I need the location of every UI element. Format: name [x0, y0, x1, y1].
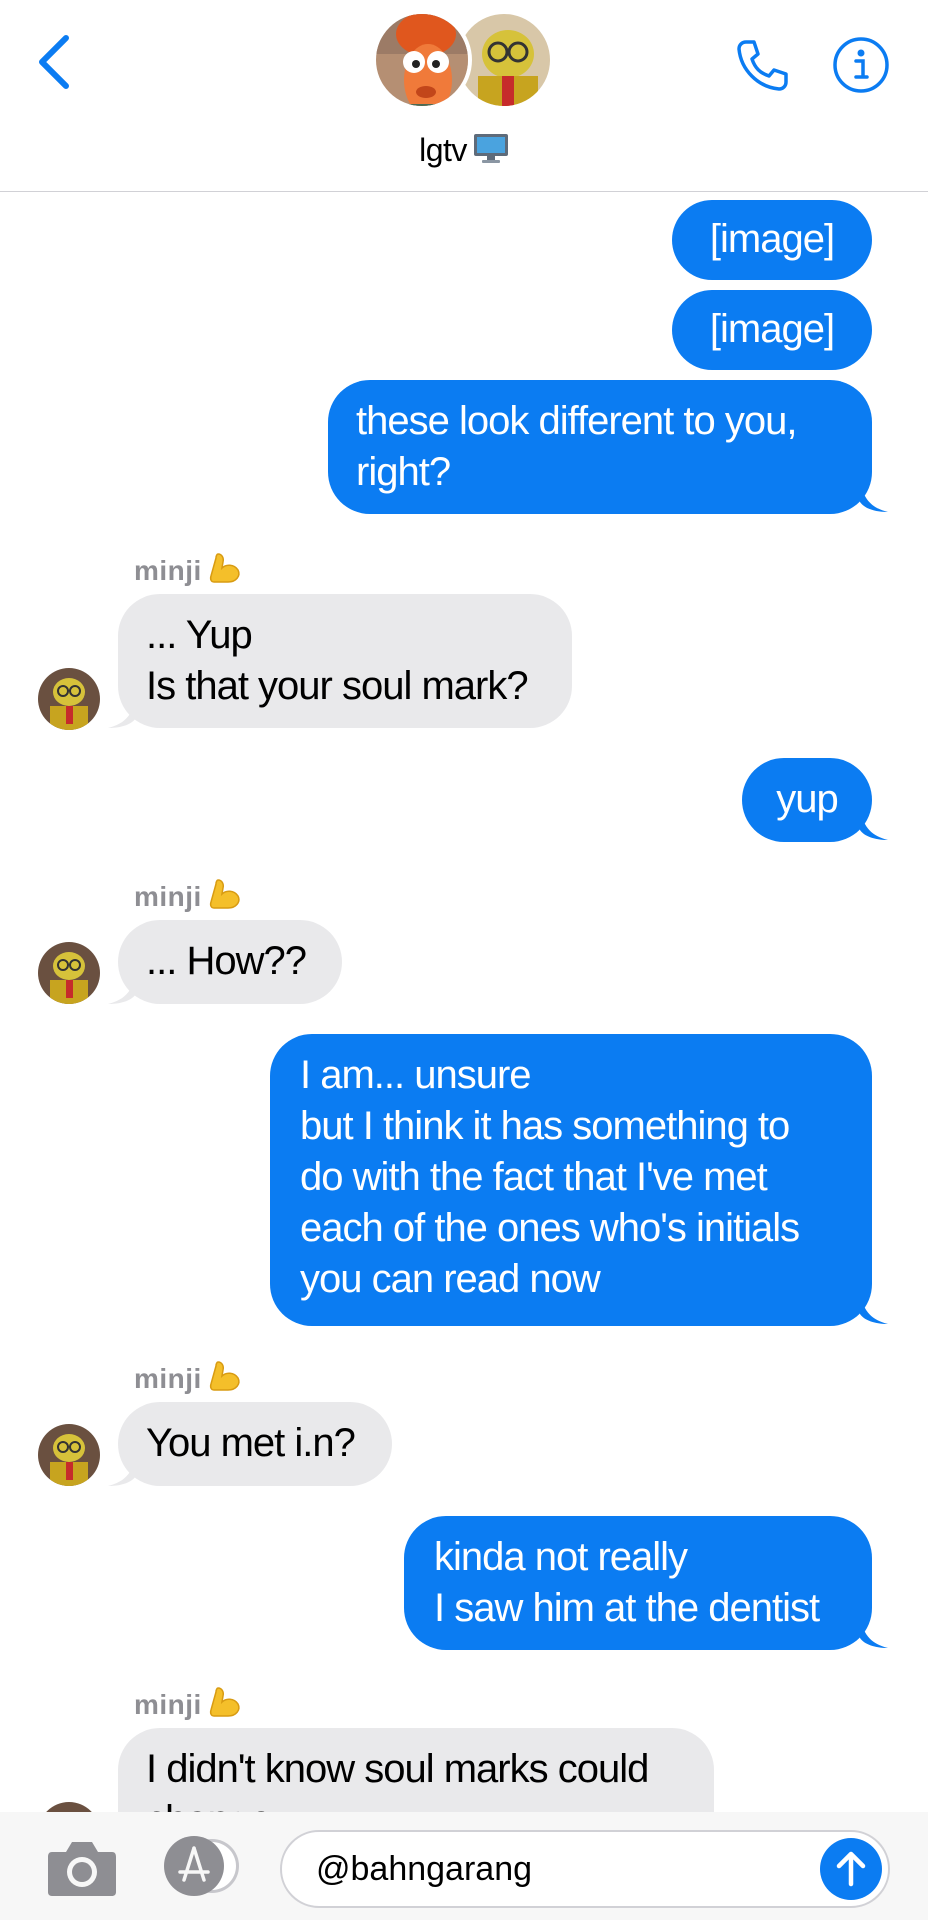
- sender-name: minji: [134, 878, 242, 918]
- incoming-message[interactable]: ... How??: [118, 920, 342, 1004]
- sender-name-text: minji: [134, 1363, 202, 1394]
- incoming-message[interactable]: You met i.n?: [118, 1402, 392, 1486]
- camera-button[interactable]: [46, 1838, 118, 1898]
- sender-name: minji: [134, 552, 242, 592]
- bubble-tail: [108, 698, 136, 728]
- sender-name-text: minji: [134, 881, 202, 912]
- group-name[interactable]: lgtv: [0, 130, 928, 173]
- sender-name: minji: [134, 1686, 242, 1726]
- sender-name: minji: [134, 1360, 242, 1400]
- television-icon: [473, 132, 509, 173]
- bubble-tail: [860, 1294, 888, 1324]
- camera-icon: [48, 1842, 116, 1896]
- phone-icon: [737, 40, 788, 91]
- outgoing-message[interactable]: [image]: [672, 200, 872, 280]
- beaker-avatar: [372, 10, 472, 110]
- chevron-left-icon: [39, 35, 69, 89]
- flexed-bicep-icon: [208, 1686, 242, 1726]
- back-button[interactable]: [32, 30, 82, 94]
- incoming-message[interactable]: I didn't know soul marks could change: [118, 1728, 714, 1812]
- message-thread[interactable]: [image] [image] these look different to …: [0, 192, 928, 1812]
- message-input-container[interactable]: [280, 1830, 890, 1908]
- app-store-icon: [164, 1836, 239, 1896]
- app-store-button[interactable]: [160, 1836, 246, 1896]
- bubble-tail: [860, 810, 888, 840]
- flexed-bicep-icon: [208, 552, 242, 592]
- flexed-bicep-icon: [208, 878, 242, 918]
- sender-avatar[interactable]: [38, 668, 100, 730]
- info-icon: [833, 37, 889, 93]
- info-button[interactable]: [832, 36, 890, 94]
- flexed-bicep-icon: [208, 1360, 242, 1400]
- outgoing-message[interactable]: yup: [742, 758, 872, 842]
- outgoing-message[interactable]: kinda not really I saw him at the dentis…: [404, 1516, 872, 1650]
- sender-avatar[interactable]: [38, 942, 100, 1004]
- group-name-text: lgtv: [419, 132, 467, 168]
- sender-name-text: minji: [134, 555, 202, 586]
- group-avatars[interactable]: [372, 10, 554, 110]
- incoming-message[interactable]: ... Yup Is that your soul mark?: [118, 594, 572, 728]
- sender-name-text: minji: [134, 1689, 202, 1720]
- message-composer: [0, 1812, 928, 1920]
- sender-avatar[interactable]: [38, 1802, 100, 1812]
- outgoing-message[interactable]: [image]: [672, 290, 872, 370]
- message-input[interactable]: [316, 1832, 796, 1906]
- bubble-tail: [860, 482, 888, 512]
- bubble-tail: [860, 1618, 888, 1648]
- send-button[interactable]: [820, 1838, 882, 1900]
- arrow-up-icon: [836, 1851, 866, 1887]
- outgoing-message[interactable]: these look different to you, right?: [328, 380, 872, 514]
- sender-avatar[interactable]: [38, 1424, 100, 1486]
- call-button[interactable]: [732, 36, 792, 96]
- outgoing-message[interactable]: I am... unsure but I think it has someth…: [270, 1034, 872, 1326]
- conversation-header: lgtv: [0, 0, 928, 192]
- bubble-tail: [108, 974, 136, 1004]
- bubble-tail: [108, 1456, 136, 1486]
